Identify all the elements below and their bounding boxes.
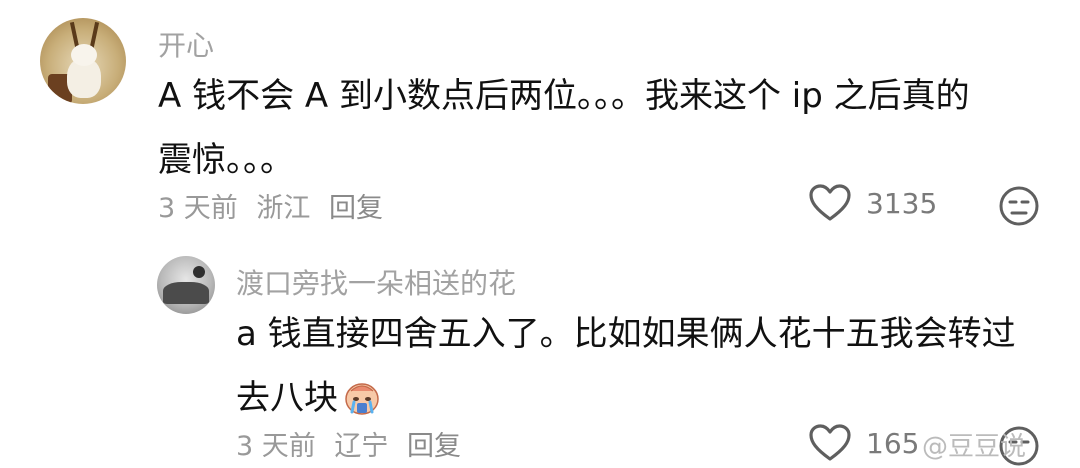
comment-location: 浙江	[256, 193, 311, 224]
reply-like-button[interactable]: 165	[808, 423, 919, 463]
commenter-username[interactable]: 开心	[158, 24, 214, 64]
reply-reply-button[interactable]: 回复	[407, 431, 461, 462]
like-button[interactable]: 3135	[808, 183, 937, 223]
watermark: @豆豆说	[922, 432, 1027, 462]
teddy-bear-head	[71, 44, 97, 66]
comment-thread: 开心 A 钱不会 A 到小数点后两位。。。我来这个 ip 之后真的震惊。。。 3…	[0, 0, 1080, 468]
avatar-shape	[193, 266, 205, 278]
comment-text: A 钱不会 A 到小数点后两位。。。我来这个 ip 之后真的震惊。。。	[158, 76, 970, 180]
commenter-avatar[interactable]	[40, 18, 126, 104]
reply-text-block: a 钱直接四舍五入了。比如如果俩人花十五我会转过去八块	[236, 302, 1026, 430]
like-count: 3135	[866, 186, 938, 220]
replier-avatar[interactable]	[157, 256, 215, 314]
comment-time: 3 天前	[158, 193, 238, 224]
crying-emoji-icon	[345, 383, 379, 415]
heart-icon	[809, 424, 851, 461]
heart-icon	[809, 184, 851, 221]
replier-username[interactable]: 渡口旁找一朵相送的花	[236, 262, 516, 302]
reply-like-count: 165	[866, 426, 920, 460]
comment-meta: 3 天前 浙江 回复	[158, 186, 393, 225]
avatar-shape	[163, 282, 209, 304]
reply-meta: 3 天前 辽宁 回复	[236, 424, 471, 463]
dislike-face-icon[interactable]	[998, 185, 1040, 227]
reply-button[interactable]: 回复	[329, 193, 383, 224]
reply-location: 辽宁	[334, 431, 389, 462]
reply-time: 3 天前	[236, 431, 316, 462]
